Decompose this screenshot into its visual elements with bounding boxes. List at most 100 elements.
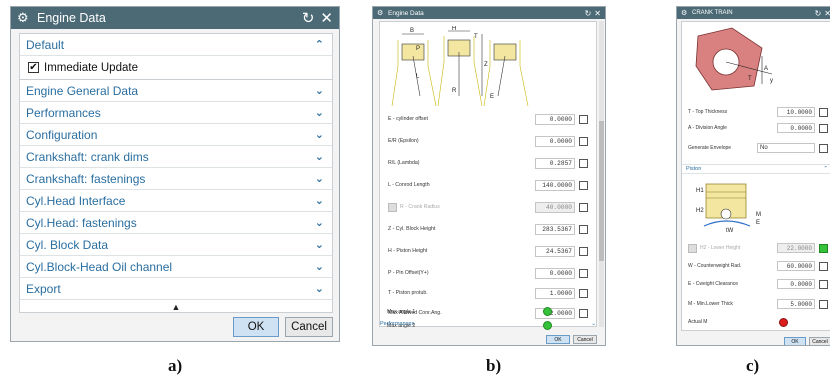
reset-icon[interactable]: ↻ <box>815 9 822 18</box>
label-l: L <box>416 74 420 80</box>
param-row: L - Conrod Length 140.0000 <box>388 178 588 192</box>
param-row: H - Piston Height 24.5367 <box>388 244 588 258</box>
param-checkbox[interactable] <box>819 261 828 271</box>
label-h: H <box>452 26 456 32</box>
section-engine-general-data[interactable]: Engine General Data ⌄ <box>20 80 332 102</box>
cancel-button[interactable]: Cancel <box>809 337 830 345</box>
param-row: E - Cweight Clearance 0.0000 <box>688 278 828 290</box>
param-value-field[interactable]: 0.0000 <box>777 123 815 133</box>
caption-c: c) <box>746 356 760 375</box>
param-value-field[interactable]: 60.0000 <box>777 261 815 271</box>
scroll-up-icon[interactable]: ▲ <box>172 302 181 312</box>
expand-icon[interactable]: ⌄ <box>315 238 324 251</box>
param-enable-checkbox[interactable] <box>388 202 397 212</box>
param-value-field[interactable]: 140.0000 <box>535 179 575 191</box>
param-value-field[interactable]: 0.2857 <box>535 157 575 169</box>
param-row: E/R (Epsilon) 0.0000 <box>388 134 588 148</box>
param-value-field[interactable]: 283.5367 <box>535 223 575 235</box>
section-performances[interactable]: Performances ⌄ <box>380 321 596 327</box>
scrollbar[interactable] <box>599 21 604 327</box>
ok-button[interactable]: OK <box>233 317 279 337</box>
label-h1: H1 <box>696 188 704 194</box>
parameters-panel: A T y T - Top Thickness 10.0000 A - Divi… <box>681 21 830 331</box>
section-crankshaft-crank-dims[interactable]: Crankshaft: crank dims ⌄ <box>20 146 332 168</box>
param-enable-checkbox[interactable] <box>688 243 697 253</box>
label-h2: H2 <box>696 208 704 214</box>
param-label: Z - Cyl. Block Height <box>388 226 436 232</box>
param-row: M - Min.Lower Thick 5.0000 <box>688 298 828 310</box>
param-label: E/R (Epsilon) <box>388 138 419 144</box>
expand-icon[interactable]: ⌄ <box>315 282 324 295</box>
param-checkbox[interactable] <box>579 268 588 278</box>
expand-icon[interactable]: ⌄ <box>315 260 324 273</box>
section-performances[interactable]: Performances ⌄ <box>20 102 332 124</box>
param-checkbox[interactable] <box>819 123 828 133</box>
expand-icon[interactable]: ⌄ <box>315 128 324 141</box>
param-checkbox[interactable] <box>579 180 588 190</box>
section-crankshaft-fastenings[interactable]: Crankshaft: fastenings ⌄ <box>20 168 332 190</box>
engine-data-dialog-a: ⚙ Engine Data ↻ ✕ Default ⌃ ✔ Immediate … <box>10 6 340 342</box>
ok-button[interactable]: OK <box>546 335 570 344</box>
section-default[interactable]: Default ⌃ <box>20 34 332 56</box>
cancel-button[interactable]: Cancel <box>285 317 333 337</box>
param-label: A - Division Angle <box>688 125 727 131</box>
ok-button[interactable]: OK <box>784 337 806 345</box>
section-export[interactable]: Export ⌄ <box>20 278 332 300</box>
param-value-field[interactable]: 0.0000 <box>535 113 575 125</box>
param-value-field[interactable]: 5.0000 <box>777 299 815 309</box>
param-value-field[interactable]: 24.5367 <box>535 245 575 257</box>
close-icon[interactable]: ✕ <box>594 9 601 18</box>
close-icon[interactable]: ✕ <box>824 9 830 18</box>
param-checkbox[interactable] <box>579 308 588 318</box>
indicator-row: Max angle 1 <box>387 305 557 319</box>
param-checkbox[interactable] <box>819 279 828 289</box>
expand-icon[interactable]: ⌄ <box>315 216 324 229</box>
param-checkbox[interactable] <box>579 246 588 256</box>
section-piston[interactable]: Piston ⌃ <box>682 164 830 174</box>
param-value-field[interactable]: 1.0000 <box>535 287 575 299</box>
scrollbar-thumb[interactable] <box>599 121 604 261</box>
collapse-icon[interactable]: ⌃ <box>823 166 828 172</box>
label-t: T <box>748 76 752 82</box>
expand-icon[interactable]: ⌄ <box>591 321 596 327</box>
param-checkbox[interactable] <box>579 158 588 168</box>
param-label: W - Counterweight Rad. <box>688 263 742 269</box>
param-checkbox[interactable] <box>579 136 588 146</box>
lock-icon[interactable] <box>819 243 828 253</box>
param-value-field[interactable]: 0.0000 <box>535 135 575 147</box>
param-checkbox[interactable] <box>579 202 588 212</box>
param-value-field[interactable]: 0.0000 <box>535 267 575 279</box>
param-checkbox[interactable] <box>579 114 588 124</box>
dialog-title: Engine Data <box>37 11 106 25</box>
section-configuration[interactable]: Configuration ⌄ <box>20 124 332 146</box>
label-a: A <box>764 66 768 72</box>
expand-icon[interactable]: ⌄ <box>315 106 324 119</box>
reset-icon[interactable]: ↻ <box>302 9 315 27</box>
param-checkbox[interactable] <box>579 288 588 298</box>
collapse-icon[interactable]: ⌃ <box>315 38 324 51</box>
section-cyl-head-fastenings[interactable]: Cyl.Head: fastenings ⌄ <box>20 212 332 234</box>
generate-envelope-select[interactable]: No <box>757 143 815 153</box>
expand-icon[interactable]: ⌄ <box>315 150 324 163</box>
param-checkbox[interactable] <box>819 143 828 153</box>
cancel-button[interactable]: Cancel <box>573 335 597 344</box>
param-checkbox[interactable] <box>819 107 828 117</box>
immediate-update-checkbox[interactable]: ✔ <box>28 62 39 73</box>
param-value-field[interactable]: 0.0000 <box>777 279 815 289</box>
sections-panel: Default ⌃ ✔ Immediate Update Engine Gene… <box>19 33 333 313</box>
param-checkbox[interactable] <box>579 224 588 234</box>
expand-icon[interactable]: ⌄ <box>315 194 324 207</box>
reset-icon[interactable]: ↻ <box>585 9 592 18</box>
close-icon[interactable]: ✕ <box>320 9 333 27</box>
section-cyl-block-data[interactable]: Cyl. Block Data ⌄ <box>20 234 332 256</box>
param-label: R - Crank Radius <box>400 204 440 210</box>
expand-icon[interactable]: ⌄ <box>315 84 324 97</box>
label-p: P <box>416 46 420 52</box>
param-checkbox[interactable] <box>819 299 828 309</box>
section-cyl-block-head-oil-channel[interactable]: Cyl.Block-Head Oil channel ⌄ <box>20 256 332 278</box>
expand-icon[interactable]: ⌄ <box>315 172 324 185</box>
param-value-field[interactable]: 10.0000 <box>777 107 815 117</box>
section-cyl-head-interface[interactable]: Cyl.Head Interface ⌄ <box>20 190 332 212</box>
caption-a: a) <box>168 356 183 375</box>
param-row: W - Counterweight Rad. 60.0000 <box>688 260 828 272</box>
